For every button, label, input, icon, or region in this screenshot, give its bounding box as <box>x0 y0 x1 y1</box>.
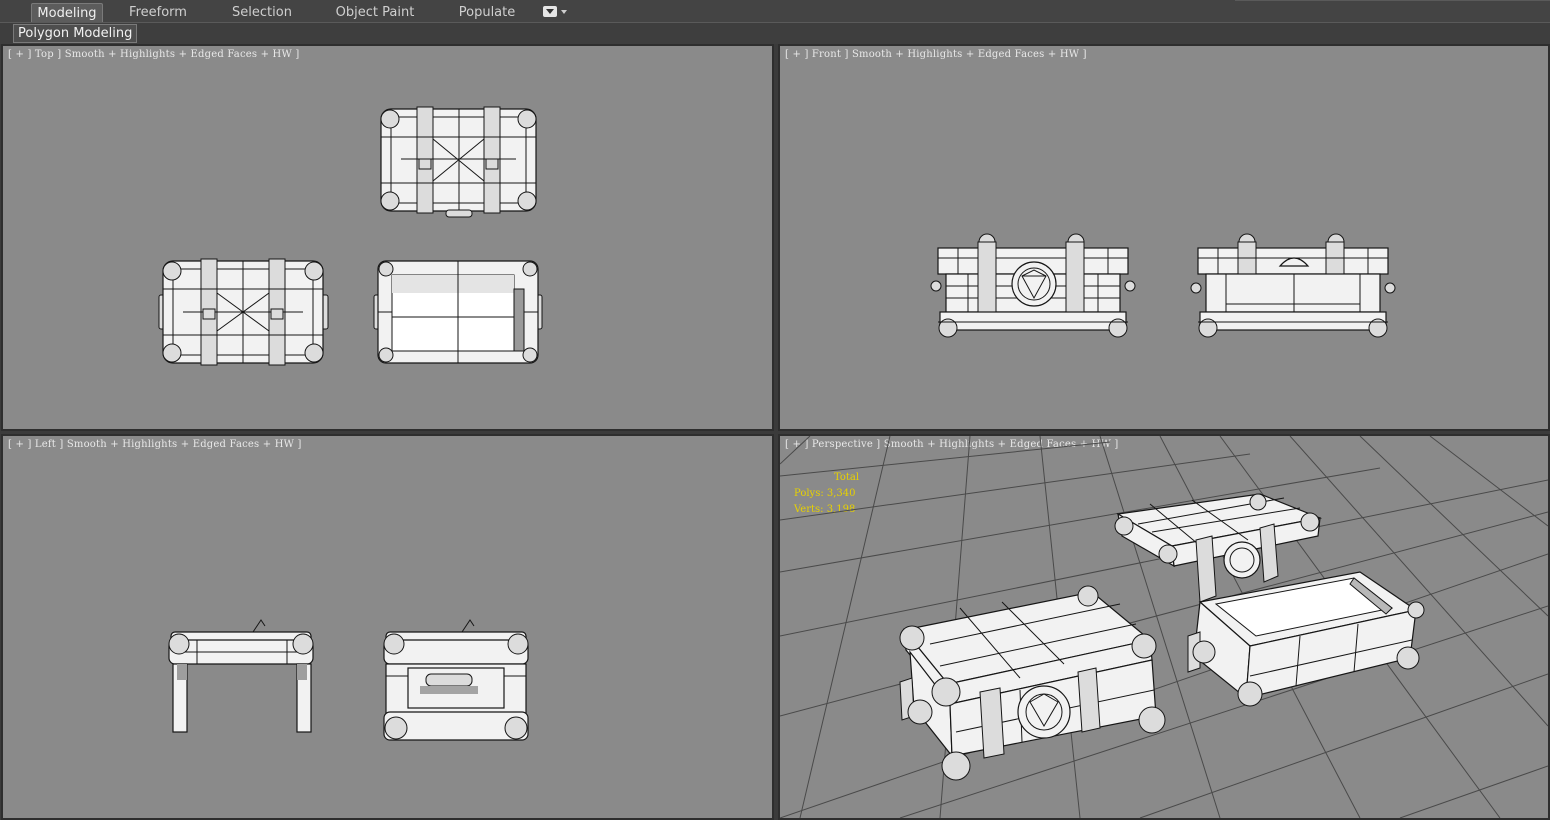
front-view-meshes <box>930 233 1396 338</box>
ribbon-options-icon[interactable] <box>543 6 571 20</box>
chest-open-top-view <box>373 260 543 364</box>
perspective-closed-chest-mesh <box>899 585 1166 781</box>
ribbon-panel-row: Polygon Modeling <box>0 22 1550 44</box>
chevron-down-icon <box>561 10 567 14</box>
tab-freeform[interactable]: Freeform <box>120 3 196 22</box>
viewport-top[interactable]: [ + ] Top ] Smooth + Highlights + Edged … <box>1 44 774 431</box>
tab-object-paint[interactable]: Object Paint <box>332 3 418 22</box>
chest-base-top-view <box>158 258 329 366</box>
chest-lid-left-view <box>168 619 314 733</box>
tab-selection[interactable]: Selection <box>225 3 299 22</box>
chest-closed-left-view <box>383 619 529 741</box>
perspective-open-base-mesh <box>1187 571 1425 707</box>
tab-modeling[interactable]: Modeling <box>31 3 103 22</box>
left-view-meshes <box>168 619 529 741</box>
chest-closed-front-view <box>930 233 1136 338</box>
ribbon: Modeling Freeform Selection Object Paint… <box>0 0 1550 44</box>
home-grid <box>780 436 1548 818</box>
chest-lid-top-view <box>380 106 537 218</box>
tab-populate[interactable]: Populate <box>452 3 522 22</box>
chest-open-front-view <box>1190 233 1396 338</box>
viewport-left[interactable]: [ + ] Left ] Smooth + Highlights + Edged… <box>1 434 774 820</box>
ribbon-tab-row: Modeling Freeform Selection Object Paint… <box>0 0 1550 22</box>
viewport-perspective[interactable]: [ + ] Perspective ] Smooth + Highlights … <box>778 434 1550 820</box>
ribbon-divider <box>1235 0 1550 1</box>
viewport-front[interactable]: [ + ] Front ] Smooth + Highlights + Edge… <box>778 44 1550 431</box>
perspective-scene <box>780 436 1548 818</box>
top-view-meshes <box>158 106 543 366</box>
tab-polygon-modeling[interactable]: Polygon Modeling <box>13 24 138 43</box>
dropdown-box-icon <box>543 6 557 17</box>
